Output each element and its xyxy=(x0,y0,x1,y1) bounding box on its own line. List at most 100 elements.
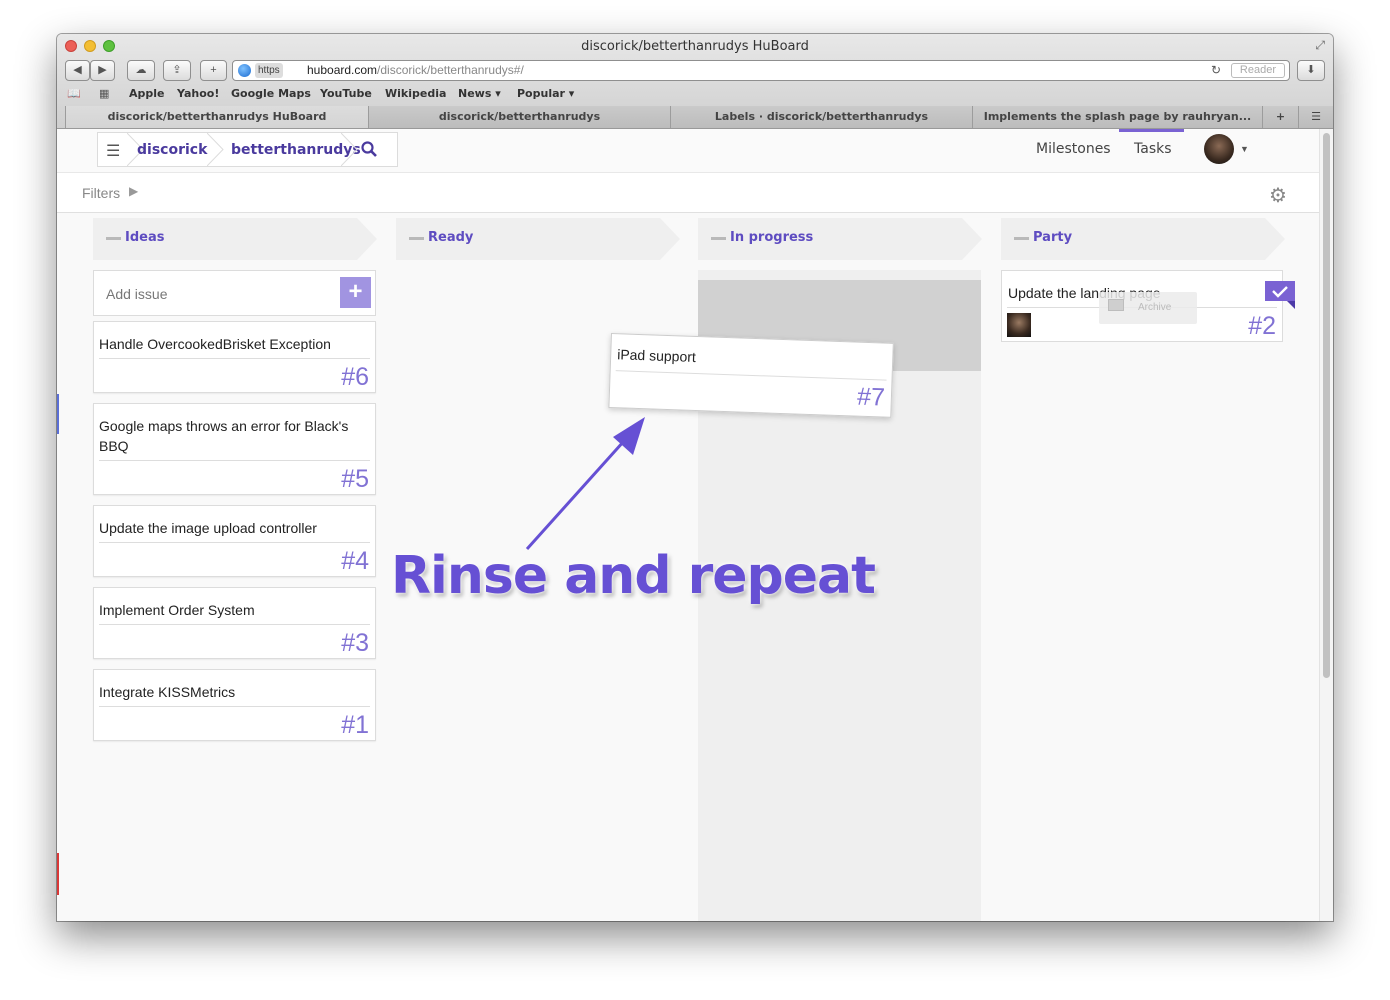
chevron-down-icon[interactable]: ▼ xyxy=(1240,144,1249,154)
url-path: /discorick/betterthanrudys#/ xyxy=(377,63,524,77)
reading-list-icon[interactable]: 📖 xyxy=(67,87,81,100)
new-tab-button[interactable]: + xyxy=(1262,106,1298,128)
tab-labels[interactable]: Labels · discorick/betterthanrudys xyxy=(670,106,972,128)
https-badge: https xyxy=(255,63,283,78)
vertical-scrollbar[interactable] xyxy=(1319,129,1333,921)
issue-number[interactable]: #4 xyxy=(341,549,369,574)
icloud-tabs-button[interactable]: ☁ xyxy=(127,60,155,81)
browser-chrome: discorick/betterthanrudys HuBoard ⤢ ◀ ▶ … xyxy=(57,34,1333,129)
filters-toggle[interactable]: Filters xyxy=(82,185,120,201)
share-button[interactable]: ⇪ xyxy=(163,60,191,81)
top-navigation: ☰ discorick betterthanrudys Milestones T… xyxy=(57,129,1319,173)
tab-bar: discorick/betterthanrudys HuBoard discor… xyxy=(57,106,1333,128)
url-text[interactable]: huboard.com/discorick/betterthanrudys#/ xyxy=(307,61,524,80)
issue-title: Update the image upload controller xyxy=(99,520,317,536)
bookmark-apple[interactable]: Apple xyxy=(129,87,165,100)
collapse-dash-icon[interactable] xyxy=(1014,237,1029,240)
new-tab-plus-button[interactable]: + xyxy=(200,60,227,81)
column-label: Ideas xyxy=(125,230,165,245)
issue-number[interactable]: #7 xyxy=(857,383,886,412)
scrollbar-thumb[interactable] xyxy=(1323,133,1330,678)
filter-bar: Filters ▶ ⚙ xyxy=(57,173,1319,213)
browser-toolbar: ◀ ▶ ☁ ⇪ + https huboard.com/discorick/be… xyxy=(57,58,1333,84)
card-divider xyxy=(99,460,370,461)
reader-button[interactable]: Reader xyxy=(1230,63,1285,78)
archive-button[interactable]: Archive xyxy=(1099,292,1197,324)
issue-title: Integrate KISSMetrics xyxy=(99,684,236,700)
issue-card-party[interactable]: Update the landing page Archive #2 xyxy=(1001,270,1295,342)
issue-title: Implement Order System xyxy=(99,602,255,618)
bookmark-youtube[interactable]: YouTube xyxy=(320,87,372,100)
bookmark-wikipedia[interactable]: Wikipedia xyxy=(385,87,446,100)
tab-overview-button[interactable]: ☰ xyxy=(1298,106,1333,128)
side-marker xyxy=(57,394,59,434)
nav-milestones[interactable]: Milestones xyxy=(1036,141,1111,157)
assignee-avatar[interactable] xyxy=(1007,313,1031,337)
card-divider xyxy=(99,706,370,707)
collapse-dash-icon[interactable] xyxy=(711,237,726,240)
checkmark-icon[interactable] xyxy=(1265,281,1295,309)
triangle-right-icon[interactable]: ▶ xyxy=(129,184,138,198)
browser-window: discorick/betterthanrudys HuBoard ⤢ ◀ ▶ … xyxy=(57,34,1333,921)
globe-icon xyxy=(238,64,251,77)
top-sites-icon[interactable]: ▦ xyxy=(99,87,109,100)
issue-card[interactable]: Handle OvercookedBrisket Exception #6 xyxy=(93,321,376,393)
bookmark-popular[interactable]: Popular ▾ xyxy=(517,87,574,100)
reload-icon[interactable]: ↻ xyxy=(1211,61,1221,80)
issue-number[interactable]: #6 xyxy=(341,365,369,390)
tab-huboard[interactable]: discorick/betterthanrudys HuBoard xyxy=(65,106,368,128)
side-marker xyxy=(57,853,59,895)
bookmark-news[interactable]: News ▾ xyxy=(458,87,501,100)
issue-number[interactable]: #5 xyxy=(341,467,369,492)
tasks-active-indicator xyxy=(1119,129,1184,132)
breadcrumb-separator xyxy=(207,133,224,166)
bookmark-yahoo[interactable]: Yahoo! xyxy=(177,87,219,100)
nav-tasks[interactable]: Tasks xyxy=(1134,141,1172,157)
add-issue-field[interactable]: Add issue + xyxy=(93,270,376,316)
collapse-dash-icon[interactable] xyxy=(409,237,424,240)
menu-icon[interactable]: ☰ xyxy=(106,141,120,161)
archive-label: Archive xyxy=(1138,302,1172,313)
address-bar[interactable]: https huboard.com/discorick/betterthanru… xyxy=(232,60,1290,81)
issue-card[interactable]: Update the image upload controller #4 xyxy=(93,505,376,577)
back-button[interactable]: ◀ xyxy=(65,60,90,81)
tab-repo[interactable]: discorick/betterthanrudys xyxy=(368,106,670,128)
column-header-in-progress: In progress xyxy=(698,218,982,260)
issue-card[interactable]: Integrate KISSMetrics #1 xyxy=(93,669,376,741)
search-icon[interactable] xyxy=(361,141,377,157)
issue-title: iPad support xyxy=(616,346,697,365)
issue-card[interactable]: Google maps throws an error for Black's … xyxy=(93,403,376,495)
column-header-ideas: Ideas xyxy=(93,218,377,260)
forward-button[interactable]: ▶ xyxy=(90,60,115,81)
downloads-button[interactable]: ⬇ xyxy=(1297,60,1325,81)
collapse-dash-icon[interactable] xyxy=(106,237,121,240)
issue-title: Google maps throws an error for Black's … xyxy=(99,418,349,454)
column-label: Ready xyxy=(428,230,474,245)
tab-pull-request[interactable]: Implements the splash page by rauhryan..… xyxy=(972,106,1262,128)
bookmark-google-maps[interactable]: Google Maps xyxy=(231,87,311,100)
url-host: huboard.com xyxy=(307,63,378,77)
column-label: Party xyxy=(1033,230,1073,245)
fullscreen-icon[interactable]: ⤢ xyxy=(1315,38,1325,53)
card-divider xyxy=(99,358,370,359)
huboard-page: ☰ discorick betterthanrudys Milestones T… xyxy=(57,129,1319,921)
issue-card[interactable]: Implement Order System #3 xyxy=(93,587,376,659)
gear-icon[interactable]: ⚙ xyxy=(1269,183,1287,208)
card-divider xyxy=(99,624,370,625)
bookmarks-bar: 📖 ▦ Apple Yahoo! Google Maps YouTube Wik… xyxy=(57,85,1333,105)
card-divider xyxy=(99,542,370,543)
user-avatar[interactable] xyxy=(1204,134,1234,164)
breadcrumb-separator xyxy=(341,133,358,166)
annotation-arrow xyxy=(525,417,645,551)
add-issue-button[interactable]: + xyxy=(340,277,371,308)
window-title: discorick/betterthanrudys HuBoard xyxy=(581,39,809,54)
issue-number[interactable]: #2 xyxy=(1248,314,1276,339)
column-label: In progress xyxy=(730,230,814,245)
issue-number[interactable]: #1 xyxy=(341,713,369,738)
issue-number[interactable]: #3 xyxy=(341,631,369,656)
breadcrumb-user[interactable]: discorick xyxy=(137,142,207,158)
column-header-ready: Ready xyxy=(396,218,680,260)
archive-icon xyxy=(1108,299,1124,311)
title-bar: discorick/betterthanrudys HuBoard ⤢ xyxy=(57,34,1333,58)
annotation-text: Rinse and repeat xyxy=(391,546,876,606)
